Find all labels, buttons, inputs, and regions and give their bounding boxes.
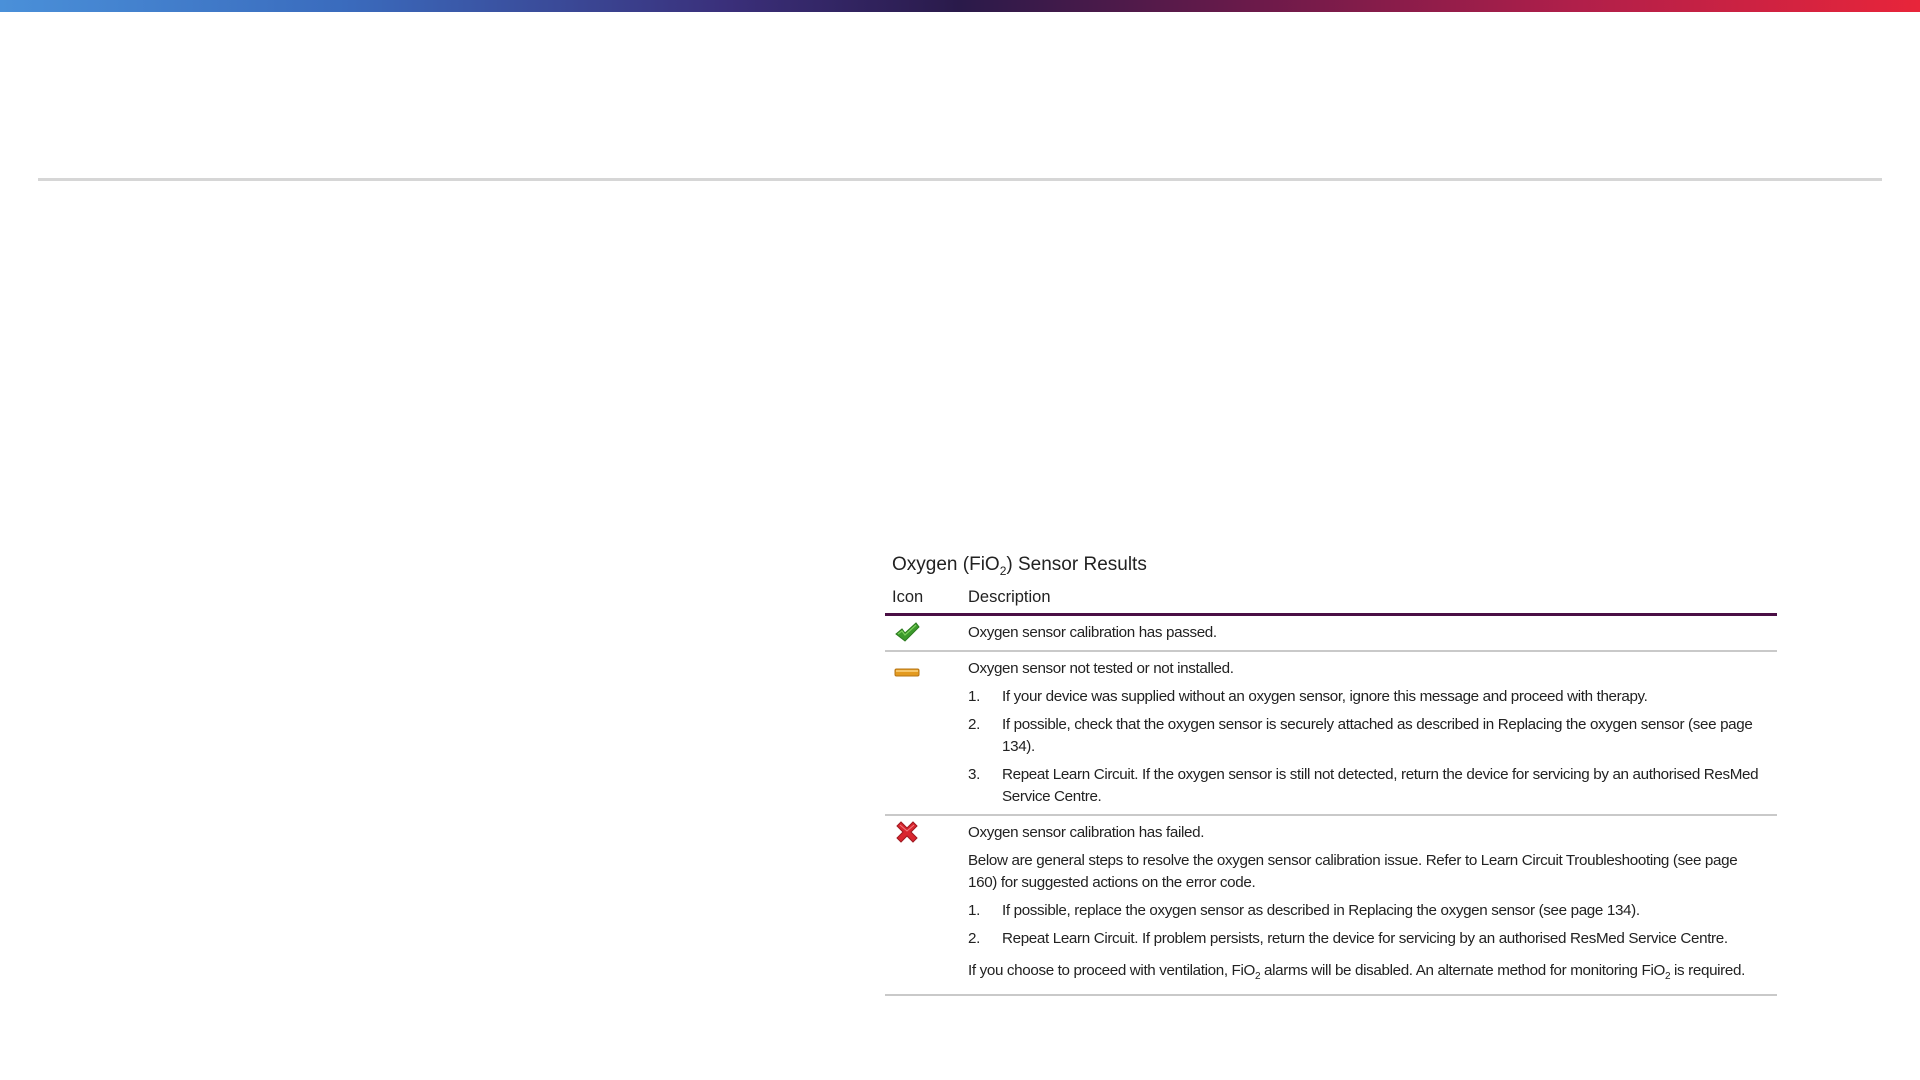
footer-text-3: is required. [1670,962,1745,979]
row-footer-note: If you choose to proceed with ventilatio… [968,960,1769,988]
table-row-passed: Oxygen sensor calibration has passed. [885,616,1777,652]
orange-dash-icon [894,668,920,677]
step-text: If your device was supplied without an o… [1002,688,1648,705]
header-description-column: Description [968,588,1051,606]
step-number: 1. [968,688,980,705]
row-summary: Oxygen sensor calibration has passed. [968,624,1217,641]
row-icon-cell [885,816,968,994]
row-description-cell: Oxygen sensor calibration has failed. Be… [968,816,1777,994]
row-summary: Oxygen sensor not tested or not installe… [968,660,1234,677]
table-title-prefix: Oxygen (FiO [892,554,1000,575]
brand-gradient-bar [0,0,1920,12]
step-number: 2. [968,930,980,947]
row-icon-cell [885,616,968,650]
row-icon-cell [885,652,968,814]
step-text: If possible, replace the oxygen sensor a… [1002,902,1640,919]
step-number: 2. [968,716,980,733]
list-item: 1. If possible, replace the oxygen senso… [968,900,1769,922]
list-item: 2. Repeat Learn Circuit. If problem pers… [968,928,1769,950]
green-checkmark-icon [895,622,920,642]
row-description-cell: Oxygen sensor calibration has passed. [968,616,1777,650]
step-text: Repeat Learn Circuit. If the oxygen sens… [1002,766,1759,805]
step-text: Repeat Learn Circuit. If problem persist… [1002,930,1728,947]
sensor-results-table: Oxygen (FiO2) Sensor Results Icon Descri… [885,552,1777,997]
list-item: 3. Repeat Learn Circuit. If the oxygen s… [968,764,1769,808]
footer-text-1: If you choose to proceed with ventilatio… [968,962,1255,979]
red-cross-icon [896,821,918,843]
table-header: Icon Description [885,582,1777,616]
table-row-not-tested: Oxygen sensor not tested or not installe… [885,652,1777,816]
table-row-failed: Oxygen sensor calibration has failed. Be… [885,816,1777,997]
table-title-suffix: ) Sensor Results [1006,554,1147,575]
list-item: 2. If possible, check that the oxygen se… [968,714,1769,758]
header-icon-column: Icon [892,588,924,606]
footer-text-2: alarms will be disabled. An alternate me… [1260,962,1665,979]
step-number: 3. [968,766,980,783]
row-summary: Oxygen sensor calibration has failed. [968,824,1205,841]
step-number: 1. [968,902,980,919]
list-item: 1. If your device was supplied without a… [968,686,1769,708]
step-text: If possible, check that the oxygen senso… [1002,716,1753,755]
table-title: Oxygen (FiO2) Sensor Results [892,552,1777,582]
row-description-cell: Oxygen sensor not tested or not installe… [968,652,1777,814]
row-intro: Below are general steps to resolve the o… [968,852,1738,891]
header-divider [38,178,1882,181]
